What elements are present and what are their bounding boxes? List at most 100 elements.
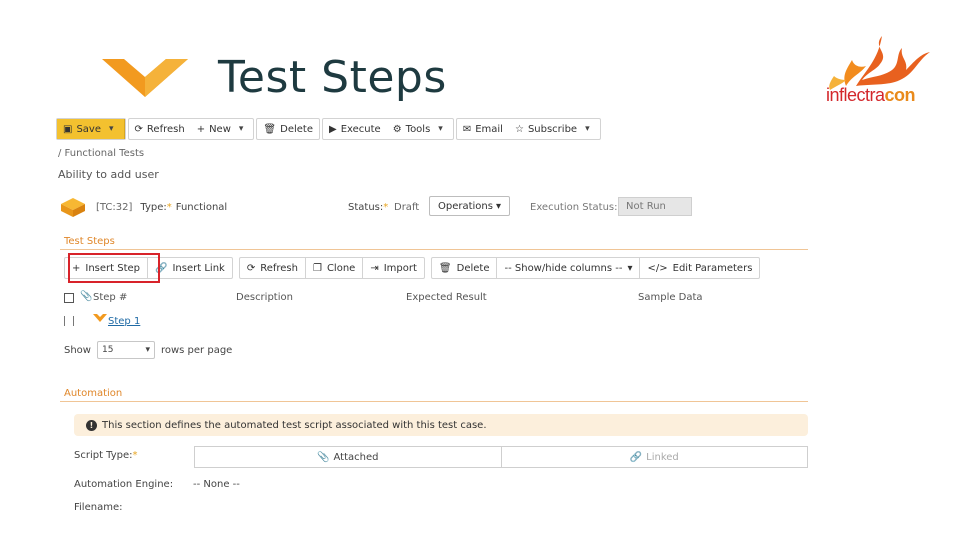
refresh-new-group: ⟳ Refresh + New ▾ <box>127 118 255 140</box>
automation-info-notice: ! This section defines the automated tes… <box>74 414 808 436</box>
slide-title: Test Steps <box>218 52 447 103</box>
steps-delete-label: Delete <box>456 262 490 274</box>
chevron-down-icon: ▾ <box>145 345 150 355</box>
required-marker: * <box>166 201 172 213</box>
clone-button[interactable]: ❐ Clone <box>306 258 364 278</box>
step-chevron-icon <box>93 314 107 322</box>
show-hide-columns-select[interactable]: -- Show/hide columns -- ▾ <box>497 258 641 278</box>
email-subscribe-group: ✉ Email ☆ Subscribe ▾ <box>455 118 601 140</box>
pagination-control: Show 15 ▾ rows per page <box>64 341 232 359</box>
linked-option[interactable]: 🔗 Linked <box>500 447 808 467</box>
steps-delete-button[interactable]: 🗑 Delete <box>432 258 498 278</box>
save-group: ▣ Save ▾ <box>56 118 126 140</box>
operations-label: Operations <box>438 200 493 212</box>
status-label: Status:* <box>348 202 388 213</box>
test-steps-table-header: 📎 Step # Description Expected Result Sam… <box>64 291 804 306</box>
type-value[interactable]: Functional <box>176 202 227 213</box>
subscribe-button[interactable]: ☆ Subscribe ▾ <box>509 119 600 139</box>
notice-text: This section defines the automated test … <box>102 419 487 431</box>
steps-refresh-button[interactable]: ⟳ Refresh <box>240 258 306 278</box>
linked-label: Linked <box>646 451 679 463</box>
status-value: Draft <box>394 201 420 213</box>
delete-group: 🗑 Delete <box>256 118 320 140</box>
new-label: New <box>209 123 231 135</box>
refresh-icon: ⟳ <box>246 262 256 274</box>
rows-per-page-suffix: rows per page <box>160 344 233 356</box>
clone-icon: ❐ <box>312 262 322 274</box>
refresh-icon: ⟳ <box>134 123 143 135</box>
insert-link-button[interactable]: 🔗 Insert Link <box>148 258 232 278</box>
step-link[interactable]: Step 1 <box>108 316 140 327</box>
import-label: Import <box>383 262 417 274</box>
delete-button[interactable]: 🗑 Delete <box>257 119 319 139</box>
paperclip-icon: 📎 <box>317 451 330 463</box>
row-drag-handle[interactable] <box>64 316 74 326</box>
edit-parameters-button[interactable]: </> Edit Parameters <box>640 258 759 278</box>
select-all-checkbox[interactable] <box>64 293 74 303</box>
execute-button[interactable]: ▶ Execute <box>323 119 387 139</box>
automation-engine-value[interactable]: -- None -- <box>193 479 240 490</box>
filename-row: Filename: <box>74 502 122 513</box>
chevron-down-icon[interactable]: ▾ <box>434 124 447 134</box>
tools-button[interactable]: ⚙ Tools ▾ <box>387 119 453 139</box>
subscribe-label: Subscribe <box>527 123 578 135</box>
required-marker: * <box>383 201 389 213</box>
plus-icon: + <box>196 123 206 135</box>
chevron-down-icon: ▾ <box>627 262 633 274</box>
show-hide-label: -- Show/hide columns -- <box>504 262 623 274</box>
script-type-label: Script Type:* <box>74 450 138 461</box>
column-step-number[interactable]: Step # <box>93 292 127 303</box>
execute-label: Execute <box>340 123 381 135</box>
spiratest-screenshot: ▣ Save ▾ ⟳ Refresh + New ▾ 🗑 Delete ▶ Ex… <box>56 116 808 531</box>
new-button[interactable]: + New ▾ <box>191 119 254 139</box>
import-button[interactable]: ⇥ Import <box>363 258 424 278</box>
email-label: Email <box>475 123 503 135</box>
rows-per-page-value: 15 <box>101 345 114 355</box>
gear-icon: ⚙ <box>392 123 402 135</box>
filename-label: Filename: <box>74 502 123 513</box>
automation-section-title[interactable]: Automation <box>64 388 122 399</box>
script-type-label-text: Script Type: <box>74 450 133 461</box>
operations-button[interactable]: Operations ▾ <box>429 196 511 216</box>
refresh-button[interactable]: ⟳ Refresh <box>129 119 191 139</box>
save-button[interactable]: ▣ Save ▾ <box>57 119 125 139</box>
caret-down-icon: ▾ <box>495 200 502 212</box>
divider <box>60 249 808 250</box>
delete-label: Delete <box>280 123 313 135</box>
import-icon: ⇥ <box>370 262 379 274</box>
email-button[interactable]: ✉ Email <box>457 119 509 139</box>
automation-engine-row: Automation Engine: -- None -- <box>74 479 240 490</box>
brand-part-2: con <box>884 85 916 105</box>
chevron-down-icon[interactable]: ▾ <box>105 124 118 134</box>
floppy-icon: ▣ <box>63 123 73 135</box>
attached-option[interactable]: 📎 Attached <box>195 447 501 467</box>
delete-columns-params-group: 🗑 Delete -- Show/hide columns -- ▾ </> E… <box>430 257 761 279</box>
brand-part-1: inflectra <box>826 85 885 105</box>
trash-icon: 🗑 <box>263 123 277 135</box>
rows-per-page-select[interactable]: 15 ▾ <box>96 341 155 359</box>
chevron-down-icon[interactable]: ▾ <box>581 124 594 134</box>
test-steps-section-title[interactable]: Test Steps <box>64 236 115 247</box>
clone-label: Clone <box>326 262 356 274</box>
orange-chevron-logo-icon <box>102 59 188 97</box>
paperclip-icon: 📎 <box>80 291 93 302</box>
link-icon: 🔗 <box>629 451 643 463</box>
execution-status-label: Execution Status: <box>530 201 618 213</box>
show-label: Show <box>64 344 91 356</box>
breadcrumb[interactable]: / Functional Tests <box>58 148 144 159</box>
test-case-cube-icon <box>61 198 85 217</box>
column-sample-data[interactable]: Sample Data <box>638 292 703 303</box>
test-case-name: Ability to add user <box>58 168 159 181</box>
execution-status-value: Not Run <box>618 197 692 216</box>
test-case-header: [TC:32] Type:* Functional Status:* Draft… <box>60 196 760 218</box>
chevron-down-icon[interactable]: ▾ <box>235 124 248 134</box>
execute-tools-group: ▶ Execute ⚙ Tools ▾ <box>321 118 454 140</box>
test-case-id: [TC:32] <box>96 201 133 213</box>
column-expected-result[interactable]: Expected Result <box>406 292 487 303</box>
envelope-icon: ✉ <box>462 123 472 135</box>
insert-step-highlight-box <box>68 253 160 283</box>
brand-wordmark: inflectracon <box>826 85 916 106</box>
script-type-toggle: 📎 Attached 🔗 Linked <box>194 446 808 468</box>
exclamation-circle-icon: ! <box>86 419 97 431</box>
column-description[interactable]: Description <box>236 292 293 303</box>
